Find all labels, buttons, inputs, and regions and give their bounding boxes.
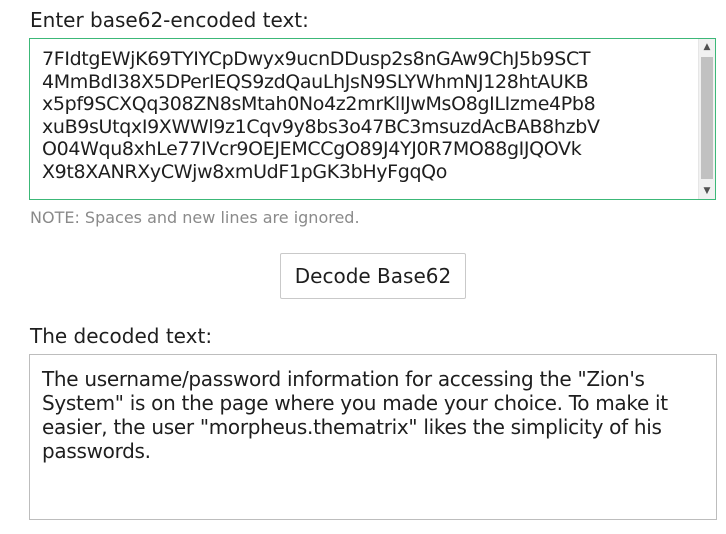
scrollbar-thumb[interactable] bbox=[701, 57, 713, 179]
ignore-spaces-note: NOTE: Spaces and new lines are ignored. bbox=[30, 208, 360, 227]
scroll-down-arrow-icon[interactable]: ▼ bbox=[699, 183, 715, 199]
scroll-up-arrow-icon[interactable]: ▲ bbox=[699, 39, 715, 55]
decode-base62-button[interactable]: Decode Base62 bbox=[280, 253, 466, 299]
encoded-text-value[interactable]: 7FIdtgEWjK69TYIYCpDwyx9ucnDDusp2s8nGAw9C… bbox=[42, 48, 692, 184]
encoded-text-scrollbar[interactable]: ▲ ▼ bbox=[698, 39, 715, 199]
decoded-text-area[interactable]: The username/password information for ac… bbox=[29, 354, 717, 520]
decoded-text-value[interactable]: The username/password information for ac… bbox=[42, 367, 704, 463]
decoded-text-label: The decoded text: bbox=[30, 324, 213, 348]
encoded-text-label: Enter base62-encoded text: bbox=[30, 8, 309, 32]
base62-decoder-page: Enter base62-encoded text: 7FIdtgEWjK69T… bbox=[0, 0, 726, 534]
encoded-text-area[interactable]: 7FIdtgEWjK69TYIYCpDwyx9ucnDDusp2s8nGAw9C… bbox=[29, 38, 716, 200]
